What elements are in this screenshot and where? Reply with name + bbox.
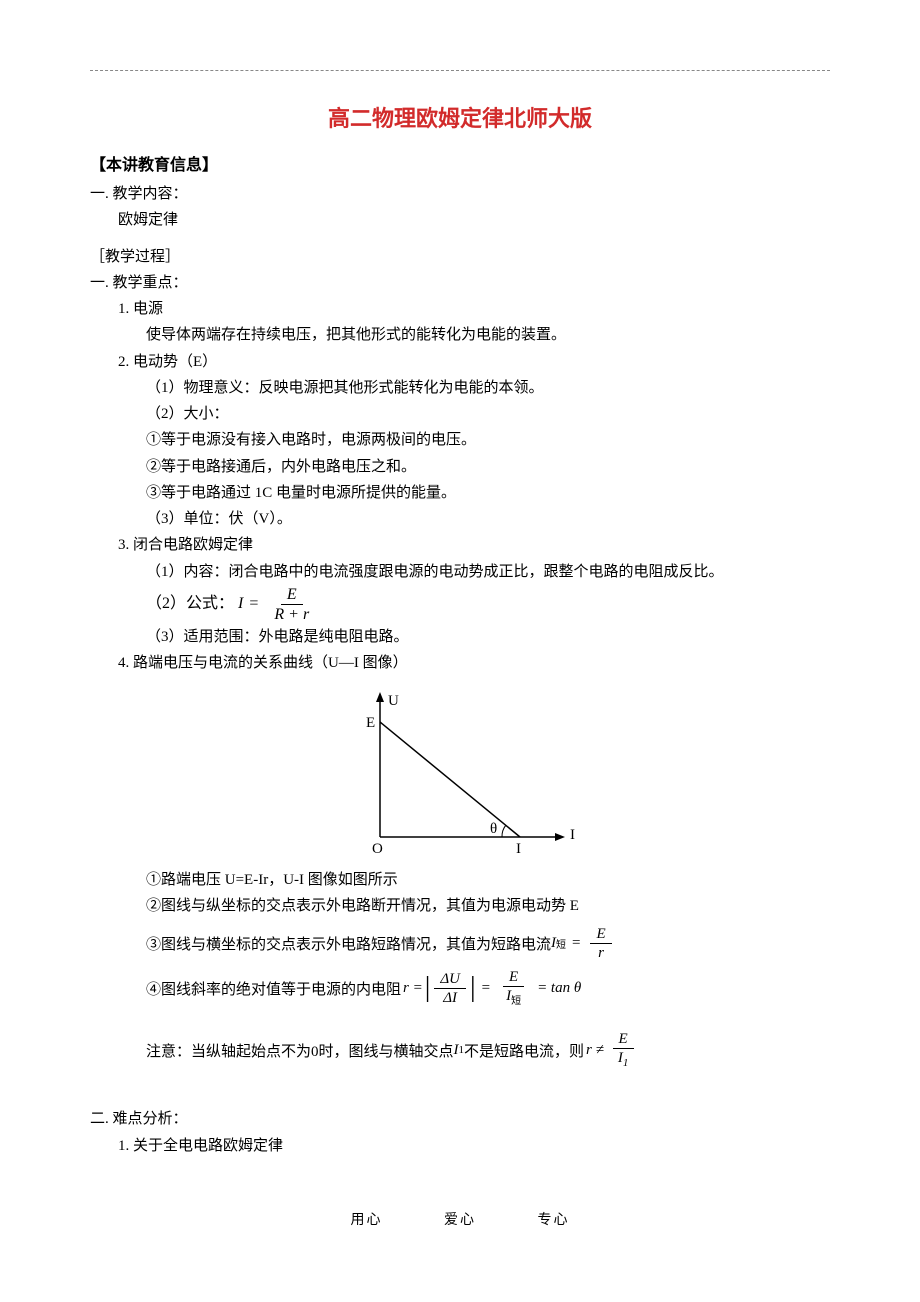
- kp2-1: （1）物理意义：反映电源把其他形式能转化为电能的本领。: [90, 375, 830, 401]
- kp3-den: R + r: [268, 605, 315, 624]
- kp3-eq: =: [249, 592, 258, 616]
- footer-b: 爱心: [444, 1213, 476, 1228]
- graph-origin: O: [372, 841, 383, 857]
- kp4-d-Iden: I短: [500, 987, 527, 1008]
- footer-a: 用心: [351, 1213, 383, 1228]
- kp2-3: （3）单位：伏（V）。: [90, 506, 830, 532]
- kp4-c-eq: =: [572, 935, 580, 952]
- note-r: r ≠: [586, 1042, 604, 1059]
- kp4-b: ②图线与纵坐标的交点表示外电路断开情况，其值为电源电动势 E: [90, 893, 830, 919]
- kp2-2: （2）大小：: [90, 401, 830, 427]
- note-label: 注意：: [146, 1040, 191, 1061]
- kp4-d-r: r =: [403, 980, 423, 997]
- graph-theta: θ: [490, 821, 497, 837]
- kp4-d-frac2: E I短: [500, 968, 527, 1008]
- info-section-header: 【本讲教育信息】: [90, 151, 830, 175]
- teaching-content-label: 一. 教学内容：: [90, 181, 830, 207]
- kp4-title: 4. 路端电压与电流的关系曲线（U—I 图像）: [90, 650, 830, 676]
- difficulty-1: 1. 关于全电电路欧姆定律: [90, 1133, 830, 1159]
- note-text: 当纵轴起始点不为0时，图线与横轴交点: [191, 1040, 454, 1061]
- abs-left-bar: |: [425, 974, 431, 1002]
- kp4-d-tan: = tan θ: [537, 980, 581, 997]
- kp4-c-num: E: [590, 925, 611, 944]
- note-den: I1: [612, 1049, 635, 1070]
- kp4-c-text: ③图线与横坐标的交点表示外电路短路情况，其值为短路电流: [146, 933, 551, 954]
- kp4-d-E: E: [503, 968, 524, 987]
- page-container: 高二物理欧姆定律北师大版 【本讲教育信息】 一. 教学内容： 欧姆定律 ［教学过…: [0, 0, 920, 1269]
- kp3-formula: （2）公式： I = E R + r: [90, 585, 830, 624]
- kp3-2-label: （2）公式：: [146, 592, 234, 616]
- kp4-d-dI: ΔI: [437, 989, 463, 1007]
- kp2-2a: ①等于电源没有接入电路时，电源两极间的电压。: [90, 427, 830, 453]
- kp3-fraction: E R + r: [268, 585, 315, 624]
- kp4-d-dU: ΔU: [434, 970, 466, 989]
- kp1-title: 1. 电源: [90, 296, 830, 322]
- graph-svg: U E O I I θ: [330, 687, 590, 857]
- footer-c: 专心: [538, 1213, 570, 1228]
- note-text2: 不是短路电流，则: [464, 1040, 584, 1061]
- kp3-1: （1）内容：闭合电路中的电流强度跟电源的电动势成正比，跟整个电路的电阻成反比。: [90, 559, 830, 585]
- kp3-3: （3）适用范围：外电路是纯电阻电路。: [90, 624, 830, 650]
- difficulty-label: 二. 难点分析：: [90, 1106, 830, 1132]
- teaching-process-label: ［教学过程］: [90, 244, 830, 270]
- kp4-c-sub: 短: [556, 936, 566, 951]
- kp2-2c: ③等于电路通过 1C 电量时电源所提供的能量。: [90, 480, 830, 506]
- kp3-I: I: [238, 592, 243, 616]
- teaching-content-value: 欧姆定律: [90, 207, 830, 233]
- document-title: 高二物理欧姆定律北师大版: [90, 101, 830, 133]
- kp4-c-row: ③图线与横坐标的交点表示外电路短路情况，其值为短路电流 I 短 = E r: [146, 925, 830, 962]
- ui-graph: U E O I I θ: [90, 687, 830, 857]
- top-separator: [90, 70, 830, 71]
- kp4-a: ①路端电压 U=E-Ir，U-I 图像如图所示: [90, 867, 830, 893]
- kp4-d-row: ④图线斜率的绝对值等于电源的内电阻 r = | ΔU ΔI | = E I短 =…: [146, 968, 830, 1008]
- kp4-d-Iden-sub: 短: [511, 996, 521, 1007]
- note-frac: E I1: [612, 1030, 635, 1070]
- page-footer: 用心 爱心 专心: [90, 1209, 830, 1229]
- note-den-sub: 1: [623, 1057, 629, 1069]
- graph-x-label: I: [570, 827, 575, 843]
- kp3-title: 3. 闭合电路欧姆定律: [90, 532, 830, 558]
- kp4-d-eq2: =: [482, 980, 490, 997]
- graph-E-label: E: [366, 715, 375, 731]
- graph-y-label: U: [388, 693, 399, 709]
- kp4-d-abs: | ΔU ΔI |: [425, 970, 476, 1007]
- key-points-label: 一. 教学重点：: [90, 270, 830, 296]
- kp4-d-frac1: ΔU ΔI: [434, 970, 466, 1007]
- kp1-body: 使导体两端存在持续电压，把其他形式的能转化为电能的装置。: [90, 322, 830, 348]
- kp2-2b: ②等于电路接通后，内外电路电压之和。: [90, 454, 830, 480]
- abs-right-bar: |: [470, 974, 476, 1002]
- note-num: E: [613, 1030, 634, 1049]
- kp3-num: E: [281, 585, 303, 605]
- kp2-title: 2. 电动势（E）: [90, 349, 830, 375]
- kp4-c-den: r: [592, 944, 610, 962]
- kp4-c-frac: E r: [590, 925, 611, 962]
- kp4-d-text: ④图线斜率的绝对值等于电源的内电阻: [146, 978, 401, 999]
- note-row: 注意： 当纵轴起始点不为0时，图线与横轴交点 I 1 不是短路电流，则 r ≠ …: [146, 1030, 830, 1070]
- graph-I-axis-mark: I: [516, 841, 521, 857]
